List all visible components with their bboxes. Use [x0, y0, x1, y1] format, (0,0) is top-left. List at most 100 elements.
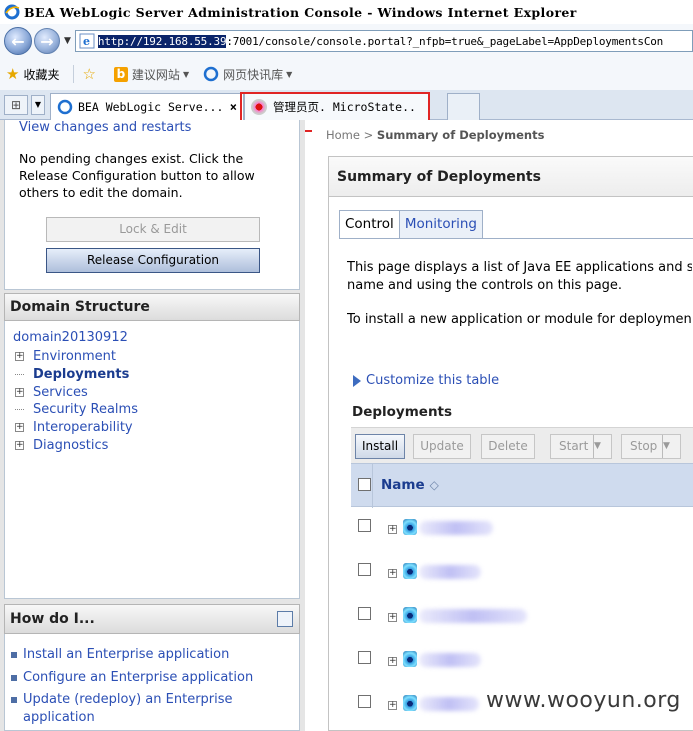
how-do-i-link-install[interactable]: Install an Enterprise application: [11, 646, 291, 664]
browser-tab-weblogic[interactable]: BEA WebLogic Serve... ×: [50, 93, 244, 120]
url-text: :7001/console/console.portal?_nfpb=true&…: [226, 34, 664, 48]
tree-connector: [15, 409, 24, 411]
minimize-panel-icon[interactable]: [277, 611, 293, 627]
bing-icon: b: [113, 66, 128, 82]
tree-root-domain[interactable]: domain20130912: [13, 330, 128, 345]
application-icon: [403, 607, 417, 623]
start-button[interactable]: Start ▼: [550, 434, 612, 459]
back-arrow-icon: ←: [11, 31, 25, 51]
expand-icon[interactable]: +: [388, 569, 397, 578]
add-favorite-button[interactable]: ☆: [82, 65, 99, 83]
install-button[interactable]: Install: [355, 434, 405, 459]
tab-monitoring[interactable]: Monitoring: [399, 210, 484, 239]
customize-table-link[interactable]: Customize this table: [353, 373, 499, 388]
window-title: BEA WebLogic Server Administration Conso…: [24, 4, 577, 20]
favorites-button[interactable]: ★ 收藏夹: [6, 65, 59, 83]
address-bar: ← → ▼ e http://192.168.55.39:7001/consol…: [0, 24, 693, 58]
stop-dropdown-icon[interactable]: ▼: [662, 435, 680, 458]
left-panel: View changes and restarts No pending cha…: [0, 120, 305, 731]
redacted-app-name[interactable]: [419, 653, 481, 667]
url-input[interactable]: e http://192.168.55.39:7001/console/cons…: [74, 30, 693, 52]
tree-item-environment[interactable]: + Environment: [15, 348, 138, 366]
release-configuration-button[interactable]: Release Configuration: [46, 248, 260, 273]
bullet-icon: [11, 652, 17, 658]
favorites-label: 收藏夹: [23, 67, 60, 82]
tree-item-label: Interoperability: [33, 420, 133, 436]
table-row: +: [351, 551, 693, 595]
expand-icon[interactable]: +: [15, 440, 24, 450]
expand-icon[interactable]: +: [388, 701, 397, 710]
summary-panel: Summary of Deployments Control Monitorin…: [328, 156, 693, 731]
chevron-down-icon: ▼: [182, 69, 190, 79]
expand-triangle-icon: [353, 374, 361, 387]
expand-icon[interactable]: +: [388, 525, 397, 534]
new-tab-button[interactable]: [447, 93, 480, 120]
page-icon: e: [79, 33, 95, 49]
start-dropdown-icon[interactable]: ▼: [593, 435, 611, 458]
tab-list-dropdown-icon[interactable]: ▼: [31, 95, 45, 115]
application-icon: [403, 519, 417, 535]
web-slice-label: 网页快讯库: [223, 67, 284, 82]
expand-icon[interactable]: +: [15, 423, 24, 433]
redacted-app-name[interactable]: [419, 609, 527, 623]
row-checkbox[interactable]: [358, 607, 371, 620]
breadcrumb-home[interactable]: Home: [326, 128, 360, 142]
tab-control[interactable]: Control: [339, 210, 400, 239]
customize-table-label: Customize this table: [366, 373, 500, 388]
ie-page-icon: [203, 66, 219, 82]
view-changes-link[interactable]: View changes and restarts: [19, 120, 191, 135]
sort-ascending-icon[interactable]: ◇: [430, 478, 439, 492]
delete-button[interactable]: Delete: [481, 434, 535, 459]
svg-text:e: e: [83, 35, 90, 48]
application-icon: [403, 563, 417, 579]
change-center-message: No pending changes exist. Click the Rele…: [19, 151, 255, 200]
browser-tab-label: BEA WebLogic Serve...: [78, 100, 224, 114]
web-slice-button[interactable]: 网页快讯库 ▼: [203, 66, 292, 83]
add-star-icon: ☆: [82, 65, 96, 83]
expand-icon[interactable]: +: [388, 613, 397, 622]
tree-item-security-realms[interactable]: Security Realms: [15, 401, 138, 419]
forward-button[interactable]: →: [34, 28, 60, 54]
redacted-app-name[interactable]: [419, 697, 479, 711]
name-column-label: Name: [381, 477, 425, 493]
expand-icon[interactable]: +: [15, 352, 24, 362]
stop-button[interactable]: Stop ▼: [621, 434, 681, 459]
url-selected-text: http://192.168.55.39: [97, 34, 227, 48]
name-column-header[interactable]: Name ◇: [381, 477, 439, 493]
how-do-i-link-update[interactable]: Update (redeploy) an Enterprise applicat…: [11, 691, 291, 726]
back-button[interactable]: ←: [4, 27, 32, 55]
lock-edit-button[interactable]: Lock & Edit: [46, 217, 260, 242]
table-row: +: [351, 507, 693, 551]
redacted-app-name[interactable]: [419, 521, 493, 535]
divider: [73, 65, 75, 83]
bullet-icon: [11, 674, 17, 681]
chevron-down-icon: ▼: [286, 69, 293, 79]
row-checkbox[interactable]: [358, 651, 371, 664]
tree-item-interoperability[interactable]: + Interoperability: [15, 419, 138, 437]
select-all-checkbox[interactable]: [358, 478, 371, 491]
table-header: Name ◇: [351, 463, 693, 508]
close-tab-icon[interactable]: ×: [230, 100, 237, 114]
tree-item-deployments[interactable]: Deployments: [15, 366, 138, 384]
row-checkbox[interactable]: [358, 563, 371, 576]
expand-icon[interactable]: +: [15, 387, 24, 397]
suggested-sites-button[interactable]: b 建议网站 ▼: [113, 66, 190, 83]
row-checkbox[interactable]: [358, 695, 371, 708]
domain-structure-header: Domain Structure: [4, 293, 300, 321]
history-dropdown-icon[interactable]: ▼: [64, 36, 71, 46]
tree-item-label: Deployments: [33, 367, 130, 383]
expand-icon[interactable]: +: [388, 657, 397, 666]
row-checkbox[interactable]: [358, 519, 371, 532]
description-line-1: This page displays a list of Java EE app…: [347, 260, 692, 275]
watermark-text: www.wooyun.org: [486, 688, 681, 713]
redacted-app-name[interactable]: [419, 565, 481, 579]
update-button[interactable]: Update: [413, 434, 471, 459]
quick-tabs-icon[interactable]: ⊞: [4, 95, 28, 115]
tree-item-services[interactable]: + Services: [15, 383, 138, 401]
change-center: View changes and restarts No pending cha…: [4, 120, 300, 290]
how-do-i-link-configure[interactable]: Configure an Enterprise application: [11, 669, 291, 687]
tree-item-diagnostics[interactable]: + Diagnostics: [15, 436, 138, 454]
ie-logo-icon: [4, 4, 20, 20]
table-row: +: [351, 595, 693, 639]
install-hint-text: To install a new application or module f…: [347, 312, 692, 327]
